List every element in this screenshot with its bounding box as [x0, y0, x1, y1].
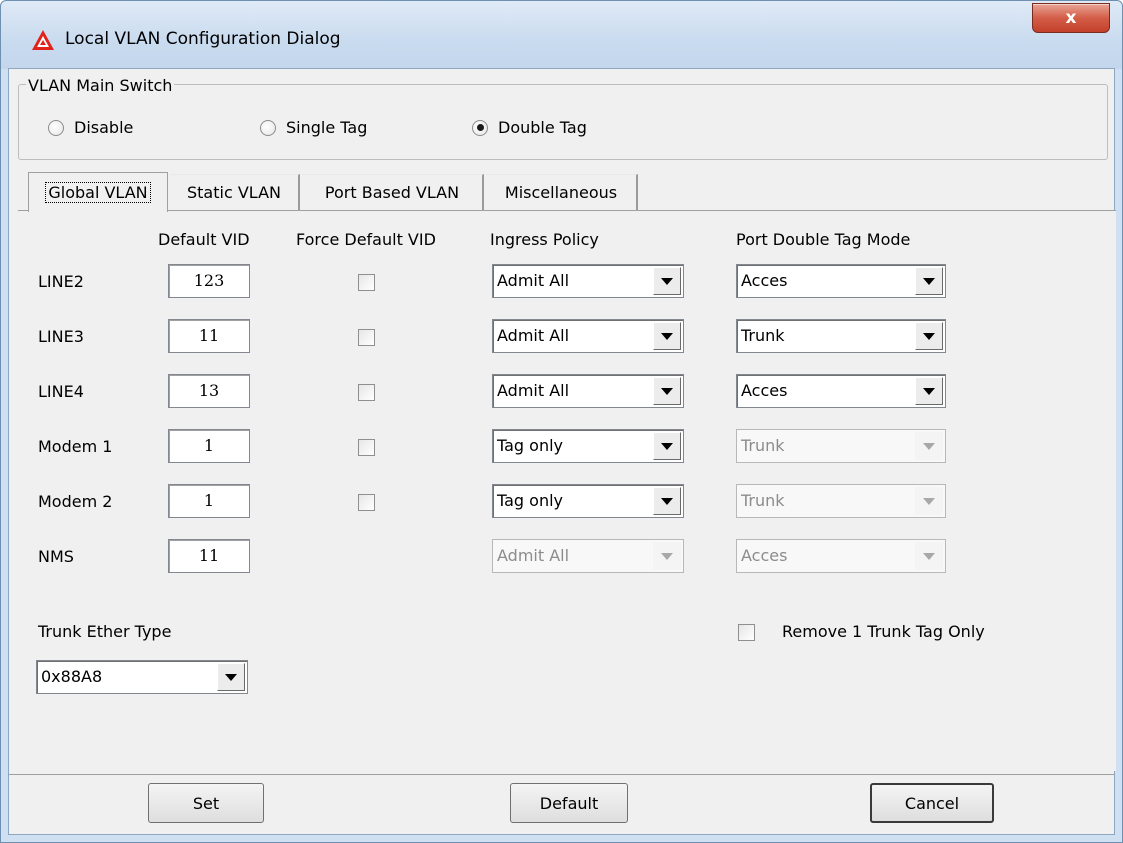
radio-button-single-tag[interactable] [260, 119, 276, 136]
tab-miscellaneous[interactable]: Miscellaneous [486, 174, 638, 210]
ingress-policy-select-line3[interactable]: Admit All [492, 319, 684, 353]
double-tag-mode-value-line3: Trunk [741, 326, 785, 345]
chevron-down-icon[interactable] [915, 322, 943, 350]
double-tag-mode-select-nms: Acces [736, 539, 946, 573]
chevron-down-icon[interactable] [653, 377, 681, 405]
radio-label-single-tag: Single Tag [286, 118, 368, 137]
trunk-ether-type-label: Trunk Ether Type [38, 622, 172, 641]
row-label-line2: LINE2 [38, 272, 84, 291]
chevron-down-icon [653, 542, 681, 570]
app-logo-icon [32, 30, 54, 50]
double-tag-mode-select-line4[interactable]: Acces [736, 374, 946, 408]
force-default-vid-checkbox-line2[interactable] [358, 274, 375, 291]
close-icon: x [1065, 8, 1077, 28]
ingress-policy-select-line4[interactable]: Admit All [492, 374, 684, 408]
ingress-policy-value-modem-1: Tag only [497, 436, 564, 455]
double-tag-mode-value-line4: Acces [741, 381, 788, 400]
header-port-double-tag-mode: Port Double Tag Mode [736, 230, 911, 249]
force-default-vid-checkbox-modem-2[interactable] [358, 494, 375, 511]
remove-trunk-tag-checkbox[interactable] [738, 624, 755, 641]
chevron-down-icon [915, 542, 943, 570]
double-tag-mode-select-line2[interactable]: Acces [736, 264, 946, 298]
chevron-down-icon[interactable] [653, 432, 681, 460]
radio-label-double-tag: Double Tag [498, 118, 587, 137]
double-tag-mode-value-modem-1: Trunk [741, 436, 785, 455]
radio-double-tag[interactable]: Double Tag [472, 118, 587, 137]
default-button-label: Default [539, 793, 599, 813]
double-tag-mode-value-nms: Acces [741, 546, 788, 565]
default-vid-input-line3[interactable]: 11 [168, 319, 250, 353]
close-button[interactable]: x [1032, 3, 1110, 33]
ingress-policy-select-modem-2[interactable]: Tag only [492, 484, 684, 518]
chevron-down-icon[interactable] [653, 487, 681, 515]
tab-static-vlan[interactable]: Static VLAN [170, 174, 300, 210]
ingress-policy-value-modem-2: Tag only [497, 491, 564, 510]
default-vid-input-line4[interactable]: 13 [168, 374, 250, 408]
force-default-vid-checkbox-line3[interactable] [358, 329, 375, 346]
chevron-down-icon [915, 432, 943, 460]
tab-label-port-based-vlan: Port Based VLAN [324, 183, 460, 202]
trunk-ether-type-value: 0x88A8 [41, 667, 103, 686]
tab-global-vlan[interactable]: Global VLAN [28, 172, 168, 212]
row-label-line4: LINE4 [38, 382, 84, 401]
row-label-modem-1: Modem 1 [38, 437, 113, 456]
double-tag-mode-select-line3[interactable]: Trunk [736, 319, 946, 353]
chevron-down-icon[interactable] [653, 322, 681, 350]
default-vid-input-nms[interactable]: 11 [168, 539, 250, 573]
button-bar-divider [9, 774, 1114, 775]
chevron-down-icon[interactable] [915, 377, 943, 405]
double-tag-mode-value-line2: Acces [741, 271, 788, 290]
remove-trunk-tag-label: Remove 1 Trunk Tag Only [782, 622, 985, 641]
header-default-vid: Default VID [158, 230, 250, 249]
radio-disable[interactable]: Disable [48, 118, 133, 137]
force-default-vid-checkbox-line4[interactable] [358, 384, 375, 401]
row-label-line3: LINE3 [38, 327, 84, 346]
row-label-modem-2: Modem 2 [38, 492, 113, 511]
set-button[interactable]: Set [148, 783, 264, 823]
force-default-vid-checkbox-modem-1[interactable] [358, 439, 375, 456]
ingress-policy-value-line2: Admit All [497, 271, 570, 290]
double-tag-mode-select-modem-1: Trunk [736, 429, 946, 463]
tab-label-static-vlan: Static VLAN [187, 183, 281, 202]
vlan-main-switch-legend: VLAN Main Switch [26, 76, 175, 95]
radio-button-double-tag[interactable] [472, 119, 488, 136]
radio-single-tag[interactable]: Single Tag [260, 118, 367, 137]
chevron-down-icon[interactable] [915, 267, 943, 295]
default-vid-input-modem-2[interactable]: 1 [168, 484, 250, 518]
default-vid-input-line2[interactable]: 123 [168, 264, 250, 298]
double-tag-mode-value-modem-2: Trunk [741, 491, 785, 510]
ingress-policy-value-line4: Admit All [497, 381, 570, 400]
ingress-policy-value-line3: Admit All [497, 326, 570, 345]
double-tag-mode-select-modem-2: Trunk [736, 484, 946, 518]
row-label-nms: NMS [38, 547, 74, 566]
radio-label-disable: Disable [74, 118, 134, 137]
chevron-down-icon [915, 487, 943, 515]
cancel-button-label: Cancel [904, 793, 960, 813]
tab-label-global-vlan: Global VLAN [45, 182, 151, 203]
ingress-policy-select-modem-1[interactable]: Tag only [492, 429, 684, 463]
trunk-ether-type-select[interactable]: 0x88A8 [36, 660, 248, 694]
ingress-policy-select-line2[interactable]: Admit All [492, 264, 684, 298]
default-vid-input-modem-1[interactable]: 1 [168, 429, 250, 463]
chevron-down-icon[interactable] [653, 267, 681, 295]
ingress-policy-select-nms: Admit All [492, 539, 684, 573]
set-button-label: Set [192, 793, 220, 813]
ingress-policy-value-nms: Admit All [497, 546, 570, 565]
default-button[interactable]: Default [510, 783, 628, 823]
header-ingress-policy: Ingress Policy [490, 230, 599, 249]
header-force-default-vid: Force Default VID [296, 230, 436, 249]
radio-button-disable[interactable] [48, 119, 64, 136]
tab-port-based-vlan[interactable]: Port Based VLAN [302, 174, 484, 210]
window-title: Local VLAN Configuration Dialog [65, 29, 341, 49]
tab-label-miscellaneous: Miscellaneous [504, 183, 618, 202]
cancel-button[interactable]: Cancel [870, 783, 994, 823]
title-bar[interactable]: Local VLAN Configuration Dialog x [1, 1, 1122, 69]
chevron-down-icon[interactable] [217, 663, 245, 691]
